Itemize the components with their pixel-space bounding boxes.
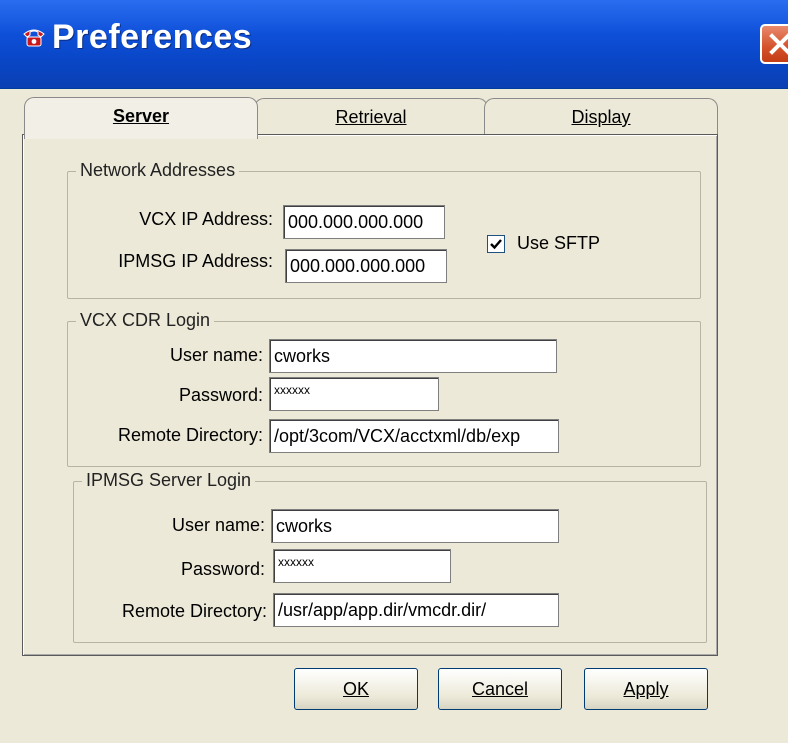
- vcx-remote-dir-field[interactable]: /opt/3com/VCX/acctxml/db/exp: [269, 419, 559, 453]
- server-tab-panel: Network Addresses VCX IP Address: 000.00…: [22, 134, 718, 656]
- vcx-user-field[interactable]: cworks: [269, 339, 557, 373]
- tab-server[interactable]: Server: [24, 97, 258, 139]
- ipmsg-server-login-legend: IPMSG Server Login: [82, 470, 256, 491]
- ipmsg-remote-dir-field[interactable]: /usr/app/app.dir/vmcdr.dir/: [273, 593, 559, 627]
- title-bar[interactable]: Preferences: [0, 0, 788, 89]
- close-icon: [769, 33, 788, 55]
- ipmsg-ip-label: IPMSG IP Address:: [118, 251, 273, 271]
- vcx-remote-dir-label: Remote Directory:: [117, 425, 263, 445]
- network-addresses-legend: Network Addresses: [76, 160, 240, 181]
- ipmsg-user-field[interactable]: cworks: [271, 509, 559, 543]
- ipmsg-ip-field[interactable]: 000.000.000.000: [285, 249, 447, 283]
- vcx-ip-field[interactable]: 000.000.000.000: [283, 205, 445, 239]
- ipmsg-password-field[interactable]: xxxxxx: [273, 549, 451, 583]
- vcx-user-label: User name:: [169, 345, 263, 365]
- use-sftp-checkbox[interactable]: [487, 235, 505, 253]
- vcx-ip-label: VCX IP Address:: [139, 209, 273, 229]
- telephone-icon: [23, 29, 45, 47]
- close-button[interactable]: [760, 24, 788, 64]
- tab-retrieval[interactable]: Retrieval: [254, 98, 488, 136]
- ipmsg-user-label: User name:: [171, 515, 265, 535]
- vcx-password-label: Password:: [178, 385, 263, 405]
- tab-display[interactable]: Display: [484, 98, 718, 136]
- apply-button[interactable]: Apply: [584, 668, 708, 710]
- use-sftp-label[interactable]: Use SFTP: [517, 233, 600, 254]
- apply-button-label: Apply: [623, 679, 669, 699]
- cancel-button[interactable]: Cancel: [438, 668, 562, 710]
- ipmsg-remote-dir-label: Remote Directory:: [121, 601, 267, 621]
- tab-display-label: Display: [571, 107, 631, 127]
- window-title: Preferences: [52, 18, 253, 56]
- ipmsg-password-label: Password:: [180, 559, 265, 579]
- tab-retrieval-label: Retrieval: [335, 107, 407, 127]
- ok-button[interactable]: OK: [294, 668, 418, 710]
- vcx-password-field[interactable]: xxxxxx: [269, 377, 439, 411]
- cancel-button-label: Cancel: [471, 679, 529, 699]
- checkmark-icon: [490, 239, 502, 250]
- tab-server-label: Server: [112, 106, 170, 126]
- ok-button-label: OK: [342, 679, 369, 699]
- vcx-cdr-login-legend: VCX CDR Login: [76, 310, 215, 331]
